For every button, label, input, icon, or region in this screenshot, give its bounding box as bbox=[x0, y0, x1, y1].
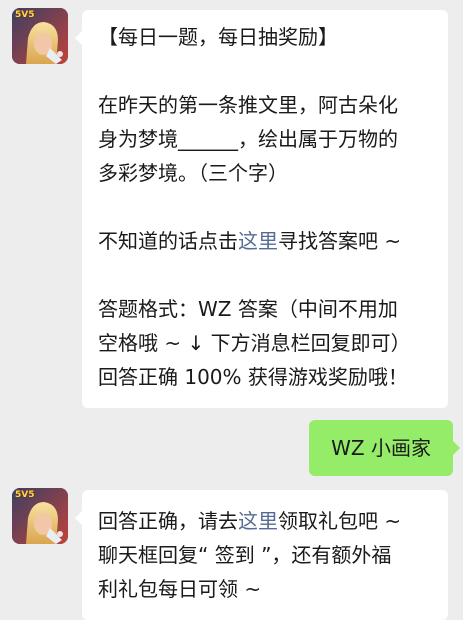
hint-text: 不知道的话点击这里寻找答案吧 ~ bbox=[98, 224, 434, 258]
message-title: 【每日一题，每日抽奖励】 bbox=[98, 25, 338, 49]
message-bubble-question: 【每日一题，每日抽奖励】 在昨天的第一条推文里，阿古朵化 身为梦境______，… bbox=[75, 10, 448, 408]
avatar-badge: 5V5 bbox=[15, 10, 35, 20]
message-bubble-user-answer: WZ 小画家 bbox=[309, 420, 460, 476]
user-answer-text: WZ 小画家 bbox=[331, 436, 431, 460]
question-text-line: 身为梦境______，绘出属于万物的 bbox=[98, 127, 398, 151]
sender-avatar[interactable]: 5V5 bbox=[12, 488, 68, 544]
hint-suffix: 寻找答案吧 ~ bbox=[278, 229, 402, 253]
sender-avatar[interactable]: 5V5 bbox=[12, 8, 68, 64]
answer-link[interactable]: 这里 bbox=[238, 229, 278, 253]
reply-text-line: 利礼包每日可领 ~ bbox=[98, 577, 262, 601]
format-text-line: 空格哦 ~ ↓ 下方消息栏回复即可） bbox=[98, 331, 411, 355]
question-text-line: 在昨天的第一条推文里，阿古朵化 bbox=[98, 93, 398, 117]
avatar-badge: 5V5 bbox=[15, 490, 35, 500]
reply-text-line: 聊天框回复“ 签到 ”，还有额外福 bbox=[98, 543, 392, 567]
reply-text: 回答正确，请去这里领取礼包吧 ~ bbox=[98, 504, 434, 538]
question-text-line: 多彩梦境。（三个字） bbox=[98, 161, 288, 185]
message-bubble-result: 回答正确，请去这里领取礼包吧 ~ 聊天框回复“ 签到 ”，还有额外福 利礼包每日… bbox=[75, 490, 448, 620]
hint-prefix: 不知道的话点击 bbox=[98, 229, 238, 253]
gift-link[interactable]: 这里 bbox=[238, 509, 278, 533]
format-text-line: 答题格式：WZ 答案（中间不用加 bbox=[98, 297, 398, 321]
reply-suffix: 领取礼包吧 ~ bbox=[278, 509, 402, 533]
reply-prefix: 回答正确，请去 bbox=[98, 509, 238, 533]
format-text-line: 回答正确 100% 获得游戏奖励哦！ bbox=[98, 365, 408, 389]
